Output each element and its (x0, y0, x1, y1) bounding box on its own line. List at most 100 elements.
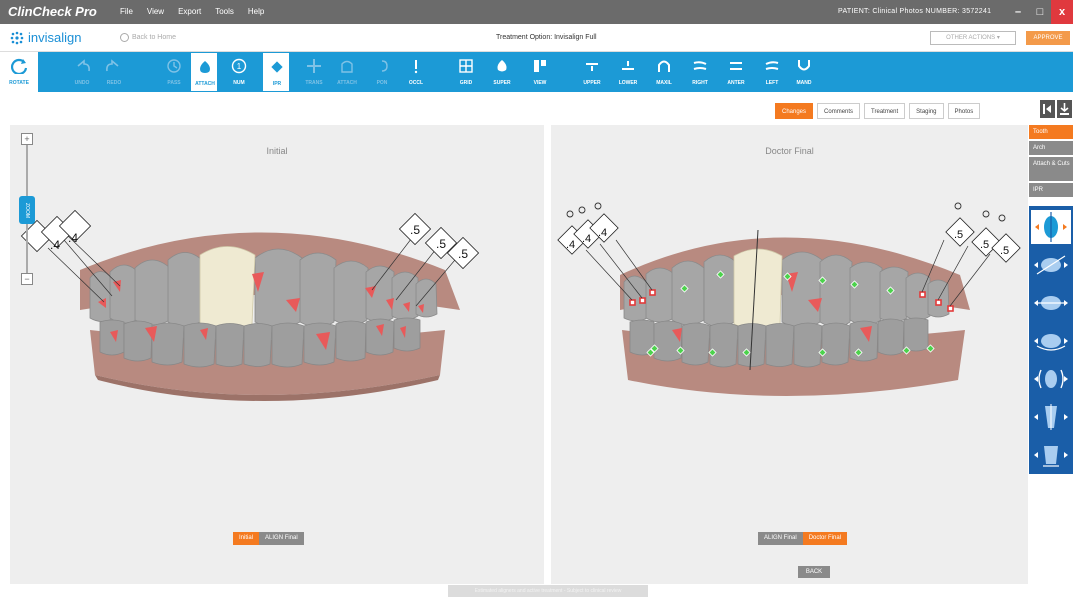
tab-changes[interactable]: Changes (775, 103, 814, 119)
invisalign-logo-icon (10, 31, 24, 44)
extrusion-tool-icon[interactable] (1031, 210, 1071, 244)
menu-file[interactable]: File (120, 7, 133, 16)
tool-label: UPPER (583, 80, 601, 86)
ipr-value: .4 (598, 227, 607, 239)
side-arch-button[interactable]: Arch (1029, 141, 1073, 155)
initial-view-toggle: Initial ALIGN Final (233, 532, 304, 545)
tool-view-button[interactable]: VIEW (526, 52, 554, 92)
menu-export[interactable]: Export (178, 7, 201, 16)
tool-grid-button[interactable]: GRID (452, 52, 480, 92)
back-button[interactable]: BACK (798, 566, 830, 578)
side-tooth-button[interactable]: Tooth (1029, 125, 1073, 139)
tab-comments[interactable]: Comments (817, 103, 861, 119)
doctor-final-toggle-button[interactable]: Doctor Final (802, 532, 848, 545)
tool-pon-button[interactable]: PON (368, 52, 396, 92)
pass-icon (167, 59, 181, 73)
align-final-toggle-button[interactable]: ALIGN Final (259, 532, 304, 545)
torque-tool-icon[interactable] (1031, 286, 1071, 320)
tool-label: UNDO (74, 80, 90, 86)
zoom-slider[interactable]: + ZOOM − (19, 133, 35, 285)
tool-label: NUM (233, 80, 245, 86)
highlighted-tooth[interactable] (733, 248, 783, 331)
zoom-out-button[interactable]: − (21, 273, 33, 285)
tab-treatment[interactable]: Treatment (864, 103, 906, 119)
trans-icon (307, 59, 321, 73)
close-button[interactable]: x (1051, 0, 1073, 24)
tool-attach2-button[interactable]: ATTACH (333, 52, 361, 92)
window-controls: – □ x (1007, 0, 1073, 24)
tool-label: VIEW (533, 80, 547, 86)
tool-left-button[interactable]: LEFT (758, 52, 786, 92)
crown-tool-icon[interactable] (1031, 438, 1071, 472)
rotation-tool-icon[interactable] (1031, 324, 1071, 358)
tool-num-button[interactable]: 1 NUM (225, 52, 253, 92)
initial-view-title: Initial (266, 146, 288, 156)
footer-note: Estimated aligners and active treatment … (448, 585, 648, 597)
zoom-in-button[interactable]: + (21, 133, 33, 145)
tool-redo-button[interactable]: REDO (100, 52, 128, 92)
initial-toggle-button[interactable]: Initial (233, 532, 260, 545)
side-attach-cuts-button[interactable]: Attach & Cuts (1029, 157, 1073, 181)
ipr-value: .4 (68, 231, 78, 245)
tool-pass-button[interactable]: PASS (160, 52, 188, 92)
app-brand: ClinCheck Pro (8, 4, 97, 19)
tool-super-button[interactable]: SUPER (488, 52, 516, 92)
tab-photos[interactable]: Photos (947, 103, 981, 119)
tool-attach-button[interactable]: ATTACH (190, 52, 218, 92)
align-final-toggle-button-right[interactable]: ALIGN Final (758, 532, 803, 545)
tip-tool-icon[interactable] (1031, 248, 1071, 282)
split-view-icon[interactable] (1040, 100, 1055, 118)
attach2-icon (341, 60, 353, 73)
lock-icon[interactable] (566, 202, 602, 218)
tool-anter-button[interactable]: ANTER (722, 52, 750, 92)
tool-label: ROTATE (9, 80, 29, 86)
side-ipr-button[interactable]: IPR (1029, 183, 1073, 197)
tab-staging[interactable]: Staging (909, 103, 944, 119)
tab-tools (1040, 100, 1072, 118)
tool-upper-button[interactable]: UPPER (578, 52, 606, 92)
doctor-final-ipr-markers-right: .5 .5 .5 (945, 202, 1021, 263)
tool-undo-button[interactable]: UNDO (68, 52, 96, 92)
menu-help[interactable]: Help (248, 7, 264, 16)
tool-label: ATTACH (195, 81, 215, 87)
back-to-home-link[interactable]: Back to Home (120, 33, 176, 42)
minimize-button[interactable]: – (1007, 0, 1029, 24)
menu-view[interactable]: View (147, 7, 164, 16)
tool-occl-button[interactable]: OCCL (402, 52, 430, 92)
highlighted-tooth[interactable] (199, 246, 256, 331)
view-icon (534, 60, 546, 72)
toolbar: ROTATE UNDO REDO PASS ATTACH 1 NUM IPR TRANS ATTA… (0, 52, 1073, 92)
tool-maxil-button[interactable]: MAXIL (650, 52, 678, 92)
redo-icon (106, 59, 119, 72)
tool-label: MAXIL (656, 80, 672, 86)
menu-bar: File View Export Tools Help (120, 7, 264, 16)
treatment-option: Treatment Option: Invisalign Full (496, 34, 597, 41)
initial-ipr-markers-right: .5 .5 .5 (398, 212, 480, 270)
tool-mand-button[interactable]: MAND (790, 52, 818, 92)
tool-label: ANTER (727, 80, 745, 86)
tool-right-button[interactable]: RIGHT (686, 52, 714, 92)
maxil-icon (658, 60, 670, 72)
zoom-thumb[interactable]: ZOOM (19, 196, 35, 224)
other-actions-button[interactable]: OTHER ACTIONS ▾ (930, 31, 1016, 45)
doctor-final-ipr-markers: .4 .4 .4 (557, 202, 619, 255)
tooth-movement-tools (1029, 206, 1073, 474)
export-icon[interactable] (1057, 100, 1072, 118)
num-icon: 1 (231, 58, 247, 74)
ipr-icon (271, 61, 283, 73)
home-icon (120, 33, 129, 42)
tool-label: OCCL (408, 80, 424, 86)
root-tool-icon[interactable] (1031, 400, 1071, 434)
lock-icon[interactable] (954, 202, 1006, 222)
ipr-value: .5 (980, 239, 989, 251)
tool-trans-button[interactable]: TRANS (300, 52, 328, 92)
tool-ipr-button[interactable]: IPR (262, 52, 290, 92)
approve-button[interactable]: APPROVE (1026, 31, 1070, 45)
tool-rotate-button[interactable]: ROTATE (0, 52, 38, 92)
tool-label: IPR (272, 81, 282, 87)
undo-icon (77, 59, 90, 72)
mesial-distal-tool-icon[interactable] (1031, 362, 1071, 396)
maximize-button[interactable]: □ (1029, 0, 1051, 24)
tool-lower-button[interactable]: LOWER (614, 52, 642, 92)
menu-tools[interactable]: Tools (215, 7, 234, 16)
